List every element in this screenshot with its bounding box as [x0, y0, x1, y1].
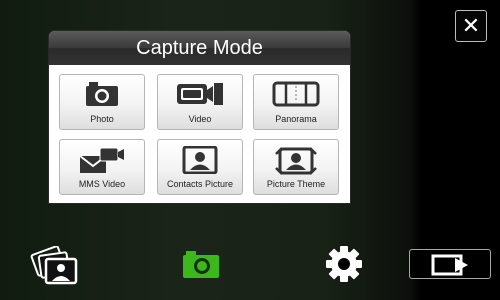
- mode-picture-theme-button[interactable]: Picture Theme: [253, 139, 339, 195]
- photo-gallery-icon: [30, 245, 80, 290]
- gear-icon: [325, 246, 363, 287]
- camera-icon: [182, 251, 220, 283]
- close-button[interactable]: ✕: [455, 10, 487, 42]
- capture-mode-dialog: Capture Mode Photo Video Panorama MMS Vi…: [49, 31, 350, 203]
- capture-mode-grid: Photo Video Panorama MMS Video Contacts …: [49, 65, 350, 203]
- mode-photo-button[interactable]: Photo: [59, 74, 145, 130]
- contact-portrait-icon: [158, 146, 242, 176]
- mode-label: Contacts Picture: [166, 179, 234, 189]
- close-icon: ✕: [461, 13, 481, 38]
- mode-label: Picture Theme: [266, 179, 326, 189]
- mode-mms-video-button[interactable]: MMS Video: [59, 139, 145, 195]
- arrow-right-icon: [410, 253, 490, 277]
- picture-theme-icon: [254, 146, 338, 176]
- dialog-title: Capture Mode: [49, 31, 350, 65]
- next-button[interactable]: [409, 249, 491, 279]
- mode-video-button[interactable]: Video: [157, 74, 243, 130]
- camera-icon: [60, 81, 144, 111]
- mode-label: MMS Video: [78, 179, 126, 189]
- settings-button[interactable]: [325, 245, 363, 283]
- video-camera-icon: [158, 81, 242, 111]
- gallery-button[interactable]: [30, 245, 80, 286]
- mms-video-icon: [60, 146, 144, 176]
- mode-label: Panorama: [275, 114, 317, 124]
- mode-label: Video: [188, 114, 212, 124]
- mode-label: Photo: [90, 114, 114, 124]
- panorama-icon: [254, 81, 338, 111]
- mode-contacts-picture-button[interactable]: Contacts Picture: [157, 139, 243, 195]
- camera-button[interactable]: [182, 249, 220, 279]
- mode-panorama-button[interactable]: Panorama: [253, 74, 339, 130]
